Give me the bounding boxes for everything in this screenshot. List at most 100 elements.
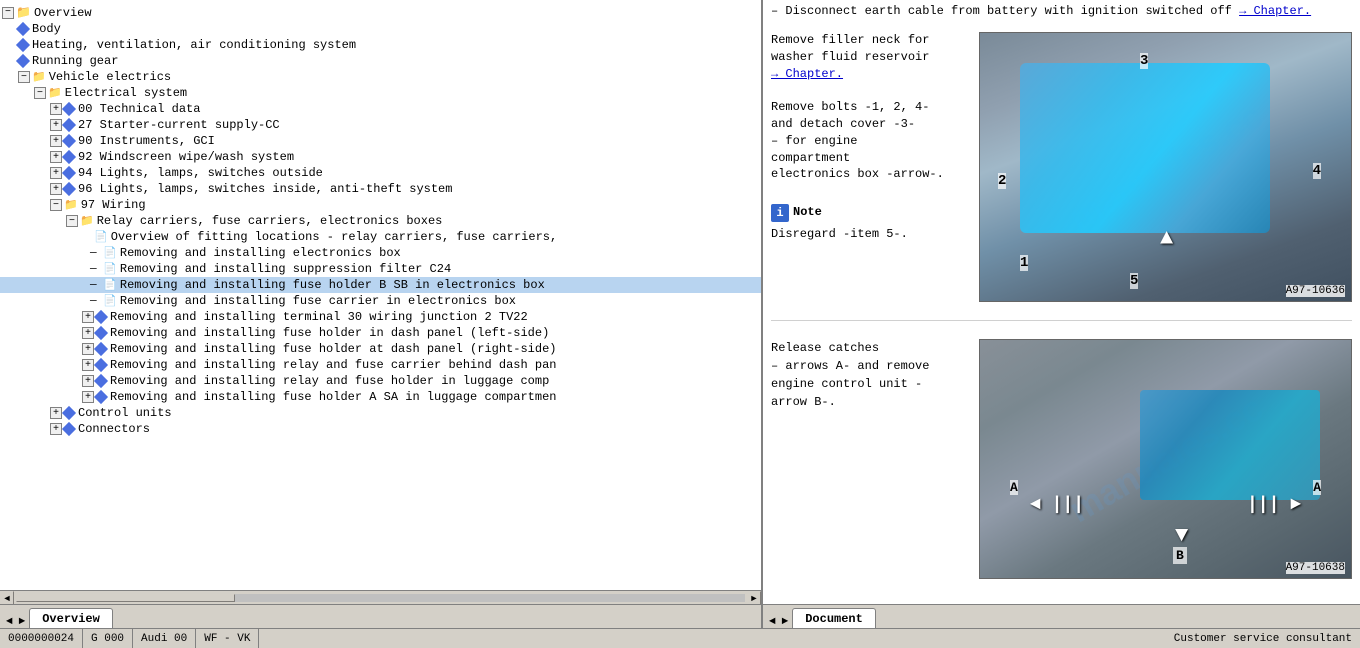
tab-overview-label: Overview [42, 612, 100, 626]
tree-item-removing-fuse-dash-left[interactable]: + Removing and installing fuse holder in… [0, 325, 761, 341]
blue-diamond-fuse-dash-left [94, 326, 108, 340]
label-3: 3 [1140, 53, 1148, 69]
nav-doc-left-arrow[interactable]: ◄ [767, 616, 778, 628]
blue-diamond-fuse-sa [94, 390, 108, 404]
expand-icon-fuse-sa[interactable]: + [82, 391, 94, 403]
tree-item-removing-terminal30[interactable]: + Removing and installing terminal 30 wi… [0, 309, 761, 325]
note-label-1: Note [793, 204, 822, 221]
blue-diamond-running-gear [16, 54, 30, 68]
tree-item-removing-relay-dash[interactable]: + Removing and installing relay and fuse… [0, 357, 761, 373]
tree-item-relay-carriers[interactable]: − 📁 Relay carriers, fuse carriers, elect… [0, 213, 761, 229]
tree-item-94-lights[interactable]: + 94 Lights, lamps, switches outside [0, 165, 761, 181]
scroll-left-btn[interactable]: ◄ [0, 591, 14, 605]
tree-item-removing-fuse-sa[interactable]: + Removing and installing fuse holder A … [0, 389, 761, 405]
tree-container[interactable]: − 📁 Overview Body Heating, ventilation, … [0, 0, 761, 590]
tree-item-removing-suppression[interactable]: ─ 📄 Removing and installing suppression … [0, 261, 761, 277]
intro-text: – Disconnect earth cable from battery wi… [771, 4, 1232, 18]
note-box-1: i Note [771, 204, 971, 222]
doc-icon-removing-electronics: ─ 📄 [90, 246, 117, 260]
tree-label-27-starter: 27 Starter-current supply-CC [78, 118, 280, 132]
expand-icon-90-instruments[interactable]: + [50, 135, 62, 147]
doc-icon-removing-suppression: ─ 📄 [90, 262, 117, 276]
tree-label-removing-fuse-dash-left: Removing and installing fuse holder in d… [110, 326, 549, 340]
tree-item-00-tech[interactable]: + 00 Technical data [0, 101, 761, 117]
step2-text: Remove bolts -1, 2, 4-and detach cover -… [771, 99, 971, 183]
tree-item-96-lights[interactable]: + 96 Lights, lamps, switches inside, ant… [0, 181, 761, 197]
image-ref-2: A97-10638 [1286, 562, 1345, 574]
expand-icon-fuse-dash-left[interactable]: + [82, 327, 94, 339]
tree-item-removing-electronics[interactable]: ─ 📄 Removing and installing electronics … [0, 245, 761, 261]
right-panel: – Disconnect earth cable from battery wi… [763, 0, 1360, 604]
expand-icon-connectors[interactable]: + [50, 423, 62, 435]
status-engine-code: WF - VK [196, 629, 259, 648]
bottom-status-bar: 0000000024 G 000 Audi 00 WF - VK Custome… [0, 628, 1360, 648]
expand-icon-relay-dash[interactable]: + [82, 359, 94, 371]
expand-icon-96-lights[interactable]: + [50, 183, 62, 195]
nav-doc-right-arrow[interactable]: ► [780, 616, 791, 628]
tree-label-removing-electronics: Removing and installing electronics box [120, 246, 401, 260]
blue-diamond-90-instruments [62, 134, 76, 148]
expand-icon-relay-carriers[interactable]: − [66, 215, 78, 227]
expand-icon-relay-luggage[interactable]: + [82, 375, 94, 387]
expand-icon-92-windscreen[interactable]: + [50, 151, 62, 163]
tree-item-92-windscreen[interactable]: + 92 Windscreen wipe/wash system [0, 149, 761, 165]
chapter-link-1[interactable]: → Chapter. [1239, 4, 1311, 18]
expand-icon-94-lights[interactable]: + [50, 167, 62, 179]
label-5: 5 [1130, 273, 1138, 289]
expand-icon-97-wiring[interactable]: − [50, 199, 62, 211]
tree-label-97-wiring: 97 Wiring [81, 198, 146, 212]
tree-item-90-instruments[interactable]: + 90 Instruments, GCI [0, 133, 761, 149]
left-bottom-bar: ◄ ► Overview [0, 605, 763, 628]
tree-item-removing-fuse-carrier[interactable]: ─ 📄 Removing and installing fuse carrier… [0, 293, 761, 309]
main-container: − 📁 Overview Body Heating, ventilation, … [0, 0, 1360, 604]
status-doc-id: G 000 [83, 629, 133, 648]
tree-item-removing-fuse-sb[interactable]: ─ 📄 Removing and installing fuse holder … [0, 277, 761, 293]
tree-item-hvac[interactable]: Heating, ventilation, air conditioning s… [0, 37, 761, 53]
label-4: 4 [1313, 163, 1321, 179]
step1-text: Remove filler neck forwasher fluid reser… [771, 32, 971, 66]
label-1: 1 [1020, 255, 1028, 271]
engine-image-2: manuales.cc ◄ ||| A ||| ► A ▼ B A97-1063… [979, 339, 1352, 579]
expand-icon-00-tech[interactable]: + [50, 103, 62, 115]
note-icon-1: i [771, 204, 789, 222]
status-consultant: Customer service consultant [1166, 629, 1360, 648]
tab-overview[interactable]: Overview [29, 608, 113, 628]
tree-item-overview-fitting[interactable]: 📄 Overview of fitting locations - relay … [0, 229, 761, 245]
tree-item-removing-relay-luggage[interactable]: + Removing and installing relay and fuse… [0, 373, 761, 389]
label-B: B [1173, 547, 1187, 564]
label-A-right: A [1313, 480, 1321, 495]
nav-right-arrow[interactable]: ► [17, 616, 28, 628]
label-A-left: A [1010, 480, 1018, 495]
expand-icon-overview[interactable]: − [2, 7, 14, 19]
blue-diamond-96-lights [62, 182, 76, 196]
step3-text-col: Release catches– arrows A- and removeeng… [771, 339, 971, 579]
tab-document-label: Document [805, 612, 863, 626]
tab-document[interactable]: Document [792, 608, 876, 628]
left-scrollbar-h[interactable]: ◄ ► [0, 590, 761, 604]
tree-item-control-units[interactable]: + Control units [0, 405, 761, 421]
tree-item-removing-fuse-dash-right[interactable]: + Removing and installing fuse holder at… [0, 341, 761, 357]
tree-item-connectors[interactable]: + Connectors [0, 421, 761, 437]
expand-icon-electrical-system[interactable]: − [34, 87, 46, 99]
tree-item-body[interactable]: Body [0, 21, 761, 37]
nav-left-arrow[interactable]: ◄ [4, 616, 15, 628]
expand-icon-fuse-dash-right[interactable]: + [82, 343, 94, 355]
expand-icon-27-starter[interactable]: + [50, 119, 62, 131]
tree-item-overview[interactable]: − 📁 Overview [0, 4, 761, 21]
folder-icon-97-wiring: 📁 [64, 198, 78, 212]
tree-item-27-starter[interactable]: + 27 Starter-current supply-CC [0, 117, 761, 133]
tree-item-97-wiring[interactable]: − 📁 97 Wiring [0, 197, 761, 213]
step1-chapter-link[interactable]: → Chapter. [771, 67, 843, 81]
tree-item-vehicle-electrics[interactable]: − 📁 Vehicle electrics [0, 69, 761, 85]
tree-item-running-gear[interactable]: Running gear [0, 53, 761, 69]
image-ref-1: A97-10636 [1286, 285, 1345, 297]
expand-icon-terminal30[interactable]: + [82, 311, 94, 323]
folder-icon-electrical-system: 📁 [48, 86, 62, 100]
image-2-col: manuales.cc ◄ ||| A ||| ► A ▼ B A97-1063… [979, 339, 1352, 579]
expand-icon-control-units[interactable]: + [50, 407, 62, 419]
status-engine-code-text: WF - VK [204, 633, 250, 645]
scroll-right-btn[interactable]: ► [747, 591, 761, 605]
tree-item-electrical-system[interactable]: − 📁 Electrical system [0, 85, 761, 101]
expand-icon-vehicle-electrics[interactable]: − [18, 71, 30, 83]
blue-diamond-27-starter [62, 118, 76, 132]
